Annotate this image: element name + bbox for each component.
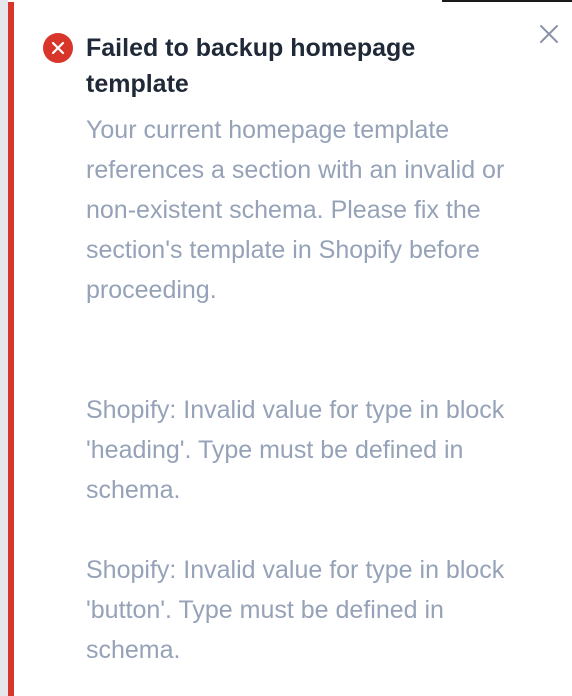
background-page-edge (0, 0, 8, 696)
close-button[interactable] (537, 22, 561, 46)
toast-message-summary: Your current homepage template reference… (86, 116, 505, 304)
close-icon[interactable] (537, 22, 561, 46)
toast-title: Failed to backup homepage template (86, 34, 416, 98)
toast-message-detail-heading: Shopify: Invalid value for type in block… (86, 396, 505, 504)
error-x-circle-icon (43, 33, 73, 63)
toast-message-detail-button: Shopify: Invalid value for type in block… (86, 556, 505, 664)
